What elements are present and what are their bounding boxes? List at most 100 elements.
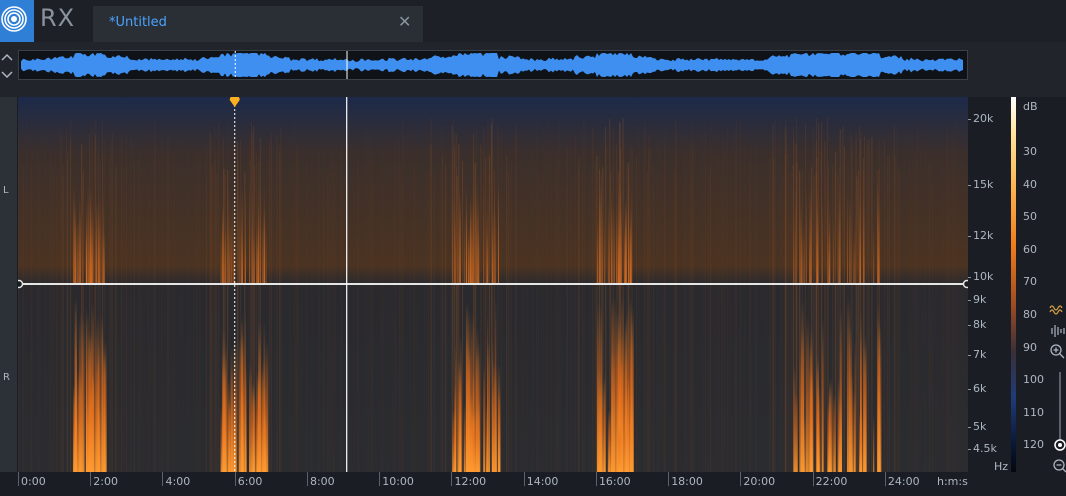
spectrogram-burst bbox=[627, 374, 630, 472]
time-tick-mark bbox=[451, 472, 453, 486]
freq-tick-label: 20k bbox=[973, 112, 994, 125]
spectrogram-burst bbox=[608, 409, 612, 472]
spectrogram-burst bbox=[817, 385, 821, 472]
time-tick-mark bbox=[523, 472, 525, 486]
spectrogram-burst bbox=[220, 227, 222, 283]
spectrogram-burst bbox=[879, 324, 882, 472]
spectrogram-view-icon[interactable] bbox=[1051, 325, 1065, 337]
spectrogram[interactable] bbox=[18, 97, 968, 472]
freq-tick-mark bbox=[968, 236, 971, 237]
spectrogram-burst bbox=[244, 235, 246, 283]
time-tick-mark bbox=[234, 472, 236, 486]
spectrogram-burst bbox=[613, 209, 615, 283]
spectrogram-burst bbox=[88, 234, 90, 283]
time-tick-label: 14:00 bbox=[526, 475, 559, 488]
spectrogram-burst bbox=[809, 187, 811, 283]
spectrogram-burst bbox=[238, 189, 240, 283]
spectrogram-burst bbox=[240, 321, 243, 472]
freq-tick-label: 15k bbox=[973, 178, 994, 191]
spectrogram-burst bbox=[487, 195, 489, 283]
spectrogram-burst bbox=[629, 204, 631, 283]
spectrogram-burst bbox=[465, 212, 467, 283]
spectrogram-burst bbox=[470, 193, 472, 283]
freq-tick-mark bbox=[968, 355, 971, 356]
spectrogram-burst bbox=[837, 210, 839, 283]
spectrogram-burst bbox=[617, 414, 622, 472]
spectrogram-burst bbox=[260, 369, 264, 472]
spectrogram-burst bbox=[793, 365, 796, 472]
spectrogram-burst bbox=[803, 222, 805, 283]
freq-tick-mark bbox=[968, 325, 971, 326]
freq-tick-mark bbox=[968, 119, 971, 120]
spectrogram-burst bbox=[615, 201, 617, 283]
spectrogram-burst bbox=[802, 300, 805, 472]
freq-tick-label: 6k bbox=[973, 382, 987, 395]
spectrogram-burst bbox=[599, 193, 601, 283]
waveform-overview[interactable] bbox=[18, 50, 968, 80]
time-tick-label: 22:00 bbox=[815, 475, 848, 488]
spectrogram-burst bbox=[833, 393, 836, 472]
spectrogram-burst bbox=[485, 404, 488, 472]
spectrogram-burst bbox=[805, 317, 809, 472]
spectrogram-burst bbox=[493, 359, 495, 472]
freq-tick-label: 10k bbox=[973, 270, 994, 283]
chevron-up-down-icon[interactable] bbox=[0, 50, 14, 82]
spectrogram-burst bbox=[624, 199, 626, 283]
waveform-view-icon[interactable] bbox=[1049, 305, 1063, 315]
db-tick-label: 100 bbox=[1023, 373, 1044, 387]
spectrogram-burst bbox=[465, 303, 469, 472]
spectrogram-burst bbox=[602, 380, 605, 472]
spectrogram-burst bbox=[77, 218, 79, 283]
spectrogram-burst bbox=[256, 370, 260, 472]
time-tick-mark bbox=[379, 472, 381, 486]
time-tick-mark bbox=[90, 472, 92, 486]
spectrogram-burst bbox=[244, 310, 246, 472]
freq-tick-mark bbox=[968, 277, 971, 278]
spectrogram-burst bbox=[79, 209, 81, 283]
spectrogram-burst bbox=[625, 202, 627, 283]
spectrogram-burst bbox=[452, 408, 456, 472]
time-tick-mark bbox=[306, 472, 308, 486]
zoom-slider[interactable] bbox=[1054, 372, 1066, 451]
db-tick-label: 50 bbox=[1023, 210, 1037, 224]
spectrogram-burst bbox=[256, 218, 258, 283]
spectrogram-burst bbox=[253, 236, 255, 283]
time-tick-label: 8:00 bbox=[309, 475, 335, 488]
channel-label-left: L bbox=[3, 185, 9, 196]
channel-rail: L R bbox=[0, 97, 17, 472]
spectrogram-burst bbox=[828, 232, 830, 283]
time-tick-label: 18:00 bbox=[671, 475, 703, 488]
spectrogram-burst bbox=[249, 186, 251, 283]
spectrogram-burst bbox=[617, 234, 619, 283]
spectrogram-burst bbox=[821, 318, 824, 472]
db-tick-label: 110 bbox=[1023, 405, 1044, 419]
spectrogram-burst bbox=[495, 297, 497, 472]
spectrogram-burst bbox=[257, 229, 259, 283]
frequency-unit: Hz bbox=[994, 460, 1009, 473]
close-icon[interactable]: ✕ bbox=[398, 12, 411, 31]
db-tick-label: 120 bbox=[1023, 438, 1044, 452]
spectrogram-burst bbox=[821, 197, 823, 283]
spectrogram-burst bbox=[795, 392, 798, 472]
spectrogram-burst bbox=[94, 329, 97, 472]
spectrogram-burst bbox=[227, 213, 229, 283]
zoom-in-icon[interactable] bbox=[1050, 344, 1065, 359]
spectrogram-burst bbox=[859, 180, 861, 283]
spectrogram-burst bbox=[839, 196, 841, 283]
freq-tick-label: 5k bbox=[973, 420, 987, 433]
spectrogram-burst bbox=[230, 202, 232, 283]
rx-logo-icon bbox=[0, 0, 34, 42]
spectrogram-burst bbox=[472, 413, 475, 472]
spectrogram-burst bbox=[491, 225, 493, 283]
time-axis: h:m:s 0:00 2:00 4:00 6:00 8:00 10:00 12:00 14:0… bbox=[18, 472, 968, 496]
time-tick-label: 10:00 bbox=[382, 475, 414, 488]
document-tab[interactable]: *Untitled ✕ bbox=[93, 6, 423, 42]
spectrogram-burst bbox=[612, 297, 616, 472]
zoom-out-icon[interactable] bbox=[1053, 459, 1066, 473]
time-tick-mark bbox=[595, 472, 597, 486]
spectrogram-burst bbox=[795, 185, 797, 283]
spectrogram-burst bbox=[850, 202, 852, 283]
spectrogram-burst bbox=[607, 198, 609, 283]
spectrogram-burst bbox=[827, 191, 829, 283]
spectrogram-burst bbox=[103, 352, 106, 472]
